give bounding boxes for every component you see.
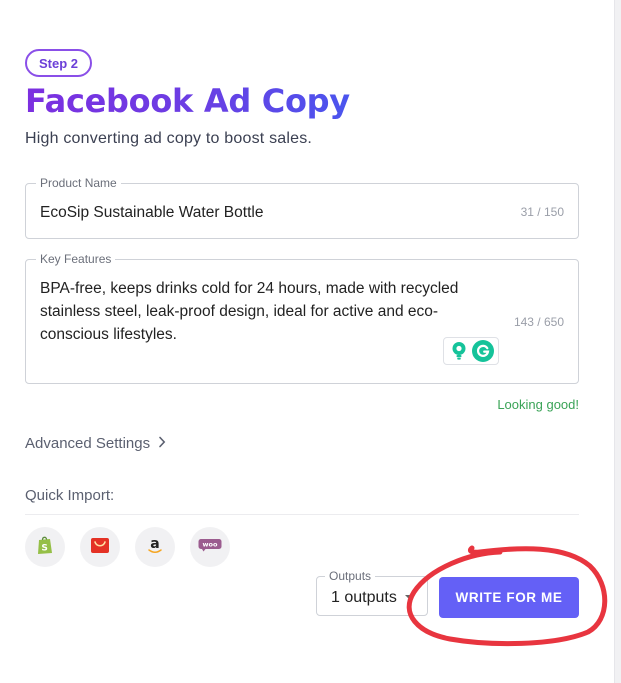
section-divider: [25, 514, 579, 515]
lightbulb-icon[interactable]: [449, 340, 469, 362]
svg-text:a: a: [150, 536, 159, 552]
amazon-icon: a: [146, 535, 164, 560]
key-features-textarea[interactable]: BPA-free, keeps drinks cold for 24 hours…: [40, 277, 500, 346]
caret-down-icon: [405, 595, 415, 600]
woocommerce-icon: woo: [198, 538, 222, 557]
grammarly-icon[interactable]: [471, 340, 494, 362]
shopify-import-button[interactable]: S: [25, 527, 65, 567]
writing-assistant-chip[interactable]: [443, 337, 499, 365]
step-label: Step 2: [38, 55, 78, 71]
aliexpress-icon: [90, 536, 110, 559]
amazon-import-button[interactable]: a: [135, 527, 175, 567]
aliexpress-import-button[interactable]: [80, 527, 120, 567]
advanced-settings-link[interactable]: Advanced Settings: [25, 435, 166, 452]
scrollbar-track[interactable]: [614, 0, 621, 683]
key-features-label: Key Features: [36, 252, 116, 266]
woocommerce-import-button[interactable]: woo: [190, 527, 230, 567]
svg-text:S: S: [41, 543, 47, 553]
product-name-label: Product Name: [36, 176, 121, 190]
key-features-field[interactable]: Key Features BPA-free, keeps drinks cold…: [25, 252, 579, 384]
validation-status: Looking good!: [497, 397, 579, 412]
outputs-value: 1 outputs: [331, 589, 397, 606]
advanced-settings-label: Advanced Settings: [25, 435, 151, 452]
product-name-input[interactable]: EcoSip Sustainable Water Bottle: [40, 201, 263, 224]
chevron-right-icon: [158, 435, 166, 452]
product-name-field[interactable]: Product Name EcoSip Sustainable Water Bo…: [25, 176, 579, 239]
page-title: Facebook Ad Copy: [25, 82, 350, 120]
step-badge: Step 2: [25, 49, 92, 77]
write-for-me-button[interactable]: WRITE FOR ME: [439, 577, 579, 618]
shopify-icon: S: [36, 535, 54, 560]
svg-text:woo: woo: [203, 540, 218, 548]
page-subtitle: High converting ad copy to boost sales.: [25, 130, 313, 147]
outputs-select[interactable]: Outputs 1 outputs: [316, 569, 428, 616]
product-name-counter: 31 / 150: [520, 205, 564, 219]
key-features-counter: 143 / 650: [513, 315, 564, 329]
quick-import-label: Quick Import:: [25, 487, 115, 504]
outputs-label: Outputs: [325, 569, 376, 583]
